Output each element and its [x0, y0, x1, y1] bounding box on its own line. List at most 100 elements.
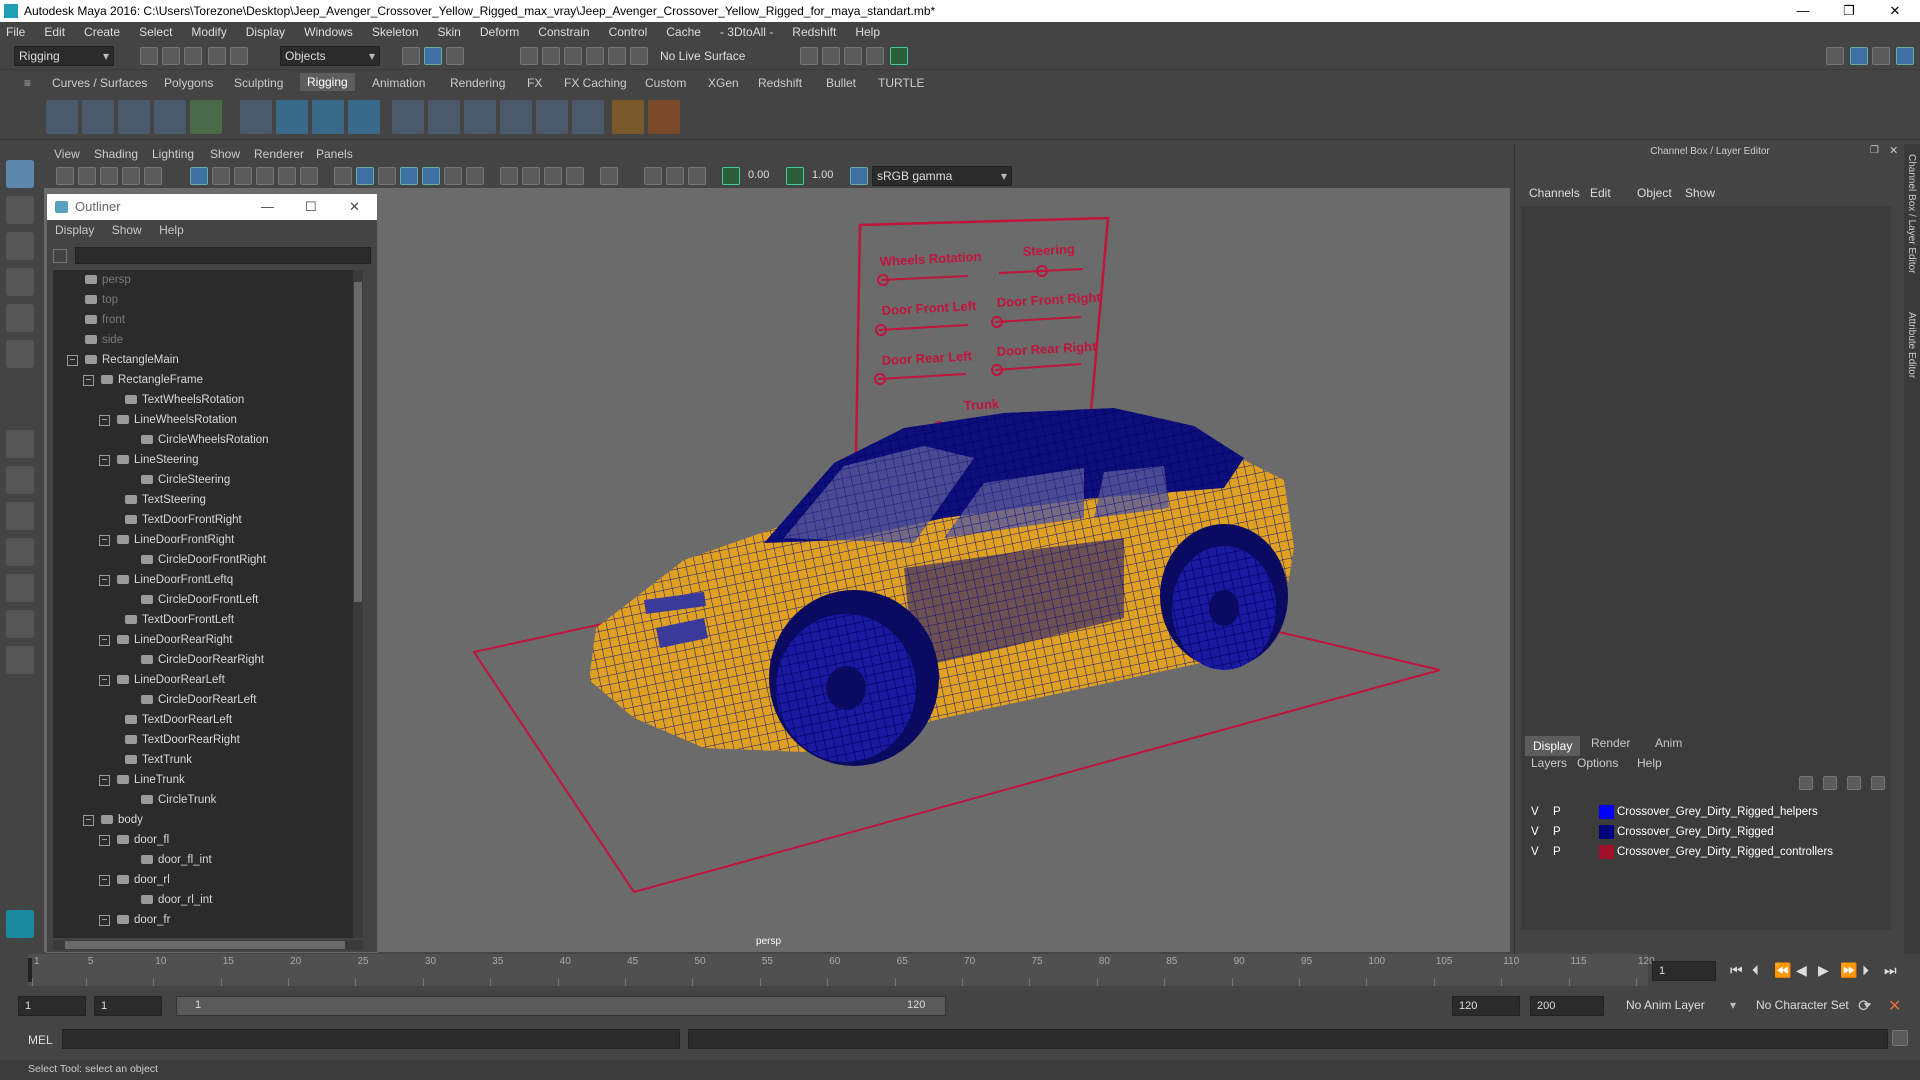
side-tab-attribute-editor[interactable]: Attribute Editor — [1906, 312, 1917, 378]
open-scene-icon[interactable] — [162, 47, 180, 65]
command-language-label[interactable]: MEL — [28, 1033, 53, 1047]
step-forward-frame-icon[interactable]: ⏵ — [1862, 962, 1869, 979]
viewport-menu-panels[interactable]: Panels — [316, 147, 353, 161]
outliner-item[interactable]: CircleWheelsRotation — [141, 430, 269, 450]
playback-end-field[interactable]: 120 — [1452, 996, 1520, 1016]
lasso-tool-icon[interactable] — [6, 196, 34, 224]
menu-cache[interactable]: Cache — [666, 25, 701, 39]
outliner-item[interactable]: CircleSteering — [141, 470, 230, 490]
orient-constraint-icon[interactable] — [464, 100, 496, 134]
ik-handle-icon[interactable] — [190, 100, 222, 134]
gamma-value[interactable]: 1.00 — [812, 169, 833, 181]
snap-surface-icon[interactable] — [608, 47, 626, 65]
tree-collapse-toggle[interactable]: − — [99, 775, 110, 786]
smooth-shade-icon[interactable] — [356, 167, 374, 185]
viewport-menu-renderer[interactable]: Renderer — [254, 147, 304, 161]
tool-settings-toggle-icon[interactable] — [1896, 47, 1914, 65]
shelf-tab-custom[interactable]: Custom — [645, 76, 686, 90]
outliner-filter-icon[interactable] — [53, 249, 67, 263]
menu-select[interactable]: Select — [139, 25, 172, 39]
outliner-item[interactable]: CircleDoorFrontLeft — [141, 590, 258, 610]
xray-joints-icon[interactable] — [688, 167, 706, 185]
snap-edge-icon[interactable] — [630, 47, 648, 65]
shelf-tab-rendering[interactable]: Rendering — [450, 76, 505, 90]
shelf-tab-animation[interactable]: Animation — [372, 76, 425, 90]
outliner-item[interactable]: TextDoorRearRight — [125, 730, 240, 750]
menu-redshift[interactable]: Redshift — [792, 25, 836, 39]
menu-control[interactable]: Control — [609, 25, 648, 39]
outliner-item[interactable]: body — [101, 810, 143, 830]
current-frame-field[interactable]: 1 — [1652, 961, 1716, 981]
outliner-item[interactable]: door_fl — [117, 830, 169, 850]
menu-set-dropdown[interactable]: Rigging — [14, 46, 114, 66]
tree-collapse-toggle[interactable]: − — [83, 815, 94, 826]
four-view-layout-icon[interactable] — [6, 466, 34, 494]
outliner-item[interactable]: CircleTrunk — [141, 790, 216, 810]
tree-collapse-toggle[interactable]: − — [99, 635, 110, 646]
step-back-frame-icon[interactable]: ⏴ — [1752, 962, 1759, 979]
menu-deform[interactable]: Deform — [480, 25, 519, 39]
character-set-dropdown[interactable]: No Character Set — [1752, 996, 1874, 1016]
anim-layer-dropdown[interactable]: No Anim Layer — [1622, 996, 1740, 1016]
layers-menu[interactable]: Layers — [1531, 756, 1567, 770]
step-back-key-icon[interactable]: ⏪ — [1774, 962, 1791, 979]
play-forward-icon[interactable]: ▶ — [1818, 962, 1829, 979]
scale-constraint-icon[interactable] — [500, 100, 532, 134]
channels-object-menu[interactable]: Object — [1637, 186, 1672, 200]
viewport-menu-view[interactable]: View — [54, 147, 80, 161]
default-material-icon[interactable] — [378, 167, 396, 185]
lattice-icon[interactable] — [312, 100, 344, 134]
move-tool-icon[interactable] — [6, 268, 34, 296]
isolate-select-icon[interactable] — [600, 167, 618, 185]
tree-collapse-toggle[interactable]: − — [99, 535, 110, 546]
restore-button[interactable]: ❐ — [1826, 0, 1872, 22]
mirror-joint-icon[interactable] — [118, 100, 150, 134]
depth-of-field-icon[interactable] — [566, 167, 584, 185]
outliner-item[interactable]: door_fl_int — [141, 850, 212, 870]
two-d-pan-icon[interactable] — [144, 167, 162, 185]
exposure-icon[interactable] — [722, 167, 740, 185]
menu-file[interactable]: File — [6, 25, 25, 39]
outliner-item[interactable]: LineDoorFrontLeftq — [117, 570, 233, 590]
outliner-item[interactable]: side — [85, 330, 123, 350]
viewport-menu-show[interactable]: Show — [210, 147, 240, 161]
outliner-layout-icon[interactable] — [6, 538, 34, 566]
gate-mask-icon[interactable] — [256, 167, 274, 185]
render-view-icon[interactable] — [890, 47, 908, 65]
layer-color-swatch[interactable] — [1599, 825, 1614, 839]
textured-icon[interactable] — [422, 167, 440, 185]
menu-help[interactable]: Help — [855, 25, 880, 39]
outliner-titlebar[interactable]: Outliner — ☐ ✕ — [47, 194, 377, 220]
render-frame-icon[interactable] — [800, 47, 818, 65]
grid-toggle-icon[interactable] — [190, 167, 208, 185]
save-scene-icon[interactable] — [184, 47, 202, 65]
outliner-vertical-scrollbar[interactable] — [353, 270, 363, 938]
paint-weights-icon[interactable] — [276, 100, 308, 134]
set-driven-key-icon[interactable] — [648, 100, 680, 134]
shelf-tab-fx-caching[interactable]: FX Caching — [564, 76, 627, 90]
outliner-item[interactable]: door_fr — [117, 910, 170, 930]
snap-grid-icon[interactable] — [520, 47, 538, 65]
layer-playback-toggle[interactable]: P — [1553, 822, 1561, 842]
tree-collapse-toggle[interactable]: − — [99, 835, 110, 846]
shelf-tab-bullet[interactable]: Bullet — [826, 76, 856, 90]
paint-select-tool-icon[interactable] — [6, 232, 34, 260]
side-tab-channel-box[interactable]: Channel Box / Layer Editor — [1906, 154, 1917, 274]
shelf-tab-redshift[interactable]: Redshift — [758, 76, 802, 90]
menu-skeleton[interactable]: Skeleton — [372, 25, 419, 39]
side-by-side-layout-icon[interactable] — [6, 502, 34, 530]
field-chart-icon[interactable] — [278, 167, 296, 185]
layer-row[interactable]: V P Crossover_Grey_Dirty_Rigged — [1521, 822, 1891, 842]
outliner-item[interactable]: TextDoorFrontLeft — [125, 610, 234, 630]
resolution-gate-icon[interactable] — [234, 167, 252, 185]
orient-joint-icon[interactable] — [154, 100, 186, 134]
outliner-item[interactable]: RectangleMain — [85, 350, 179, 370]
outliner-item[interactable]: LineWheelsRotation — [117, 410, 237, 430]
outliner-item[interactable]: LineDoorFrontRight — [117, 530, 234, 550]
outliner-item[interactable]: LineDoorRearRight — [117, 630, 232, 650]
menu-constrain[interactable]: Constrain — [538, 25, 589, 39]
single-view-layout-icon[interactable] — [6, 430, 34, 458]
outliner-item[interactable]: door_rl — [117, 870, 170, 890]
tree-collapse-toggle[interactable]: − — [67, 355, 78, 366]
menu-display[interactable]: Display — [246, 25, 285, 39]
